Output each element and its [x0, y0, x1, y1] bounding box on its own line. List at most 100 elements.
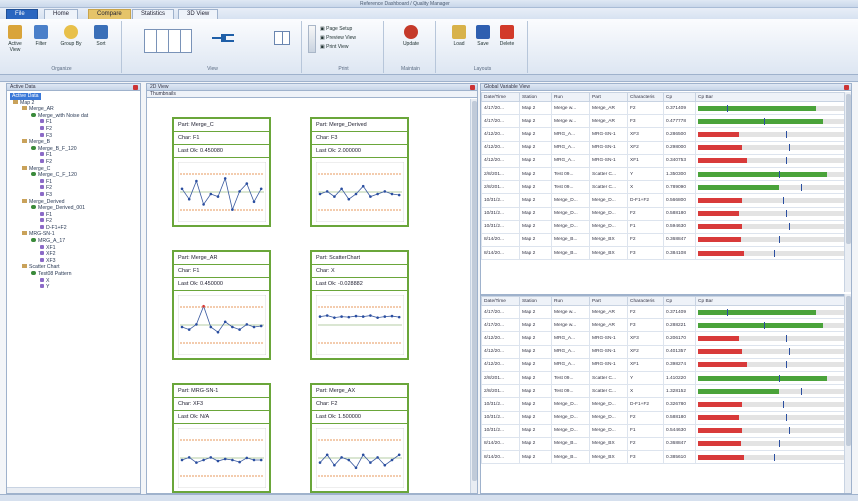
- control-chart-card[interactable]: Part: Merge_AR Char: F1 Last Ok: 0.450000: [172, 250, 271, 360]
- tree-node[interactable]: F1: [10, 152, 137, 159]
- column-header[interactable]: Cp Bar: [695, 296, 845, 306]
- table-row[interactable]: 10/31/2... Map 2 Merge_D... Merge_D... F2 0.5…: [481, 206, 845, 221]
- column-header[interactable]: Part: [589, 296, 628, 306]
- print-icon[interactable]: [308, 25, 316, 53]
- active-view-button[interactable]: Active View: [4, 25, 26, 53]
- column-header[interactable]: Characteris: [627, 296, 664, 306]
- update-button[interactable]: Update: [400, 25, 422, 47]
- print-view-button[interactable]: ▣ Print View: [320, 44, 349, 50]
- column-header[interactable]: Run: [551, 296, 590, 306]
- split-view-icon[interactable]: [274, 31, 290, 45]
- tree-node[interactable]: D-F1+F2: [10, 224, 137, 232]
- link-view-icon[interactable]: [212, 33, 234, 43]
- preview-view-button[interactable]: ▣ Preview View: [320, 35, 356, 41]
- table-row[interactable]: 2/8/201... Map 2 Test 09... Scatter C... X 1.…: [481, 384, 845, 399]
- column-header[interactable]: Station: [519, 92, 552, 102]
- table-row[interactable]: 4/12/20... Map 2 MRG_A... MRG-SN-1 XF2 0.2980…: [481, 140, 845, 155]
- tree-node[interactable]: Map 2: [10, 99, 137, 107]
- tree-node[interactable]: Scatter Chart: [10, 264, 137, 271]
- tree-node[interactable]: Merge_AR: [10, 106, 137, 113]
- tree-node[interactable]: Merge_with Noise dat: [10, 112, 137, 120]
- column-header[interactable]: Date/Time: [481, 296, 520, 306]
- filter-button[interactable]: Filter: [30, 25, 52, 47]
- delete-button[interactable]: Delete: [496, 25, 518, 47]
- table-row[interactable]: 10/31/2... Map 2 Merge_D... Merge_D... F2 0.5…: [481, 410, 845, 425]
- tree-node[interactable]: XF2: [10, 251, 137, 258]
- tree-node[interactable]: MRG_A_17: [10, 238, 137, 245]
- table-row[interactable]: 4/17/20... Map 2 Merge w... Merge_AR F3 0.288…: [481, 318, 845, 333]
- tree-node[interactable]: Merge_C: [10, 165, 137, 173]
- tree-node[interactable]: XF1: [10, 244, 137, 252]
- tree-node[interactable]: XF3: [10, 257, 137, 265]
- table-row[interactable]: 4/12/20... Map 2 MRG_A... MRG-SN-1 XF3 0.2061…: [481, 331, 845, 346]
- control-chart-card[interactable]: Part: MRG-SN-1 Char: XF3 Last Ok: N/A: [172, 383, 271, 493]
- table-row[interactable]: 2/8/201... Map 2 Test 09... Scatter C... Y 1.…: [481, 166, 845, 182]
- table-row[interactable]: 4/12/20... Map 2 MRG_A... MRG-SN-1 XF2 0.4013…: [481, 344, 845, 359]
- table-row[interactable]: 8/14/20... Map 2 Merge_B... Merge_BX F3 0.385…: [481, 450, 845, 465]
- close-icon[interactable]: [844, 85, 849, 90]
- table-row[interactable]: 4/12/20... Map 2 MRG_A... MRG-SN-1 XF1 0.3407…: [481, 153, 845, 168]
- tree-hscrollbar[interactable]: [7, 487, 140, 493]
- tree-node[interactable]: F2: [10, 218, 137, 225]
- tree-node[interactable]: Merge_C_F_120: [10, 172, 137, 179]
- group-by-button[interactable]: Group By: [60, 25, 82, 47]
- column-header[interactable]: Run: [551, 92, 590, 102]
- table-row[interactable]: 10/31/2... Map 2 Merge_D... Merge_D... D-F1+…: [481, 397, 845, 412]
- tree-node[interactable]: F3: [10, 191, 137, 199]
- table-row[interactable]: 4/17/20... Map 2 Merge w... Merge_AR F2 0.371…: [481, 100, 845, 116]
- column-header[interactable]: Characteris: [627, 92, 664, 102]
- tree-node[interactable]: F2: [10, 158, 137, 166]
- tree-node[interactable]: F3: [10, 132, 137, 140]
- grid2-vscrollbar[interactable]: [844, 294, 851, 493]
- column-header[interactable]: Cp: [663, 296, 696, 306]
- tree-node[interactable]: Test08 Pattern: [10, 271, 137, 278]
- control-chart-card[interactable]: Part: Merge_C Char: F1 Last Ok: 0.450080: [172, 117, 271, 227]
- save-button[interactable]: Save: [472, 25, 494, 47]
- table-row[interactable]: 10/31/2... Map 2 Merge_D... Merge_D... D-F1+…: [481, 193, 845, 208]
- tab-3d-view[interactable]: 3D View: [178, 9, 219, 19]
- table-row[interactable]: 8/14/20... Map 2 Merge_B... Merge_BX F2 0.368…: [481, 436, 845, 452]
- tree-node[interactable]: F1: [10, 211, 137, 219]
- tree-root-selected[interactable]: Active Data: [10, 93, 41, 100]
- column-header[interactable]: Cp Bar: [695, 92, 845, 102]
- column-header[interactable]: Date/Time: [481, 92, 520, 102]
- table-row[interactable]: 10/31/2... Map 2 Merge_D... Merge_D... F1 0.5…: [481, 219, 845, 234]
- tree-node[interactable]: F2: [10, 185, 137, 192]
- close-icon[interactable]: [470, 85, 475, 90]
- tree-node[interactable]: F1: [10, 119, 137, 126]
- table-row[interactable]: 4/12/20... Map 2 MRG_A... MRG-SN-1 XF1 0.3982…: [481, 357, 845, 372]
- grid-layout-icon[interactable]: [144, 29, 192, 53]
- table-row[interactable]: 4/17/20... Map 2 Merge w... Merge_AR F2 0.371…: [481, 304, 845, 320]
- control-chart-card[interactable]: Part: Merge_AX Char: F2 Last Ok: 1.500000: [310, 383, 409, 493]
- control-chart-card[interactable]: Part: Merge_Derived Char: F3 Last Ok: 2.00…: [310, 117, 409, 227]
- page-setup-button[interactable]: ▣ Page Setup: [320, 26, 352, 32]
- tree-node[interactable]: Merge_B: [10, 139, 137, 146]
- tree-node[interactable]: F2: [10, 125, 137, 133]
- tree-view[interactable]: Active Data Map 2 Merge_AR Merge_with Noise…: [7, 91, 140, 293]
- grid1-vscrollbar[interactable]: [844, 92, 851, 292]
- tree-node[interactable]: X: [10, 277, 137, 285]
- table-row[interactable]: 2/8/201... Map 2 Test 09... Scatter C... Y 1.…: [481, 370, 845, 386]
- tab-home[interactable]: Home: [44, 9, 79, 19]
- sort-button[interactable]: Sort: [90, 25, 112, 47]
- column-header[interactable]: Part: [589, 92, 628, 102]
- table-row[interactable]: 8/14/20... Map 2 Merge_B... Merge_BX F3 0.384…: [481, 246, 845, 261]
- load-button[interactable]: Load: [448, 25, 470, 47]
- tree-node[interactable]: MRG-SN-1: [10, 231, 137, 238]
- tree-node[interactable]: Merge_B_F_120: [10, 145, 137, 153]
- table-row[interactable]: 2/8/201... Map 2 Test 09... Scatter C... X 0.…: [481, 180, 845, 195]
- tree-node[interactable]: Merge_Derived_001: [10, 205, 137, 212]
- table-row[interactable]: 4/12/20... Map 2 MRG_A... MRG-SN-1 XF3 0.2865…: [481, 127, 845, 142]
- close-icon[interactable]: [133, 85, 138, 90]
- tab-file[interactable]: File: [6, 9, 38, 19]
- table-row[interactable]: 4/17/20... Map 2 Merge w... Merge_AR F3 0.477…: [481, 114, 845, 129]
- tree-node[interactable]: Merge_Derived: [10, 198, 137, 206]
- table-row[interactable]: 8/14/20... Map 2 Merge_B... Merge_BX F2 0.368…: [481, 232, 845, 248]
- tab-compare[interactable]: Compare: [88, 9, 131, 19]
- column-header[interactable]: Cp: [663, 92, 696, 102]
- tree-node[interactable]: F1: [10, 178, 137, 186]
- control-chart-card[interactable]: Part: ScatterChart Char: X Last Ok: -0.028…: [310, 250, 409, 360]
- center-vscrollbar[interactable]: [470, 99, 477, 493]
- tree-node[interactable]: Y: [10, 284, 137, 291]
- table-row[interactable]: 10/31/2... Map 2 Merge_D... Merge_D... F1 0.5…: [481, 423, 845, 438]
